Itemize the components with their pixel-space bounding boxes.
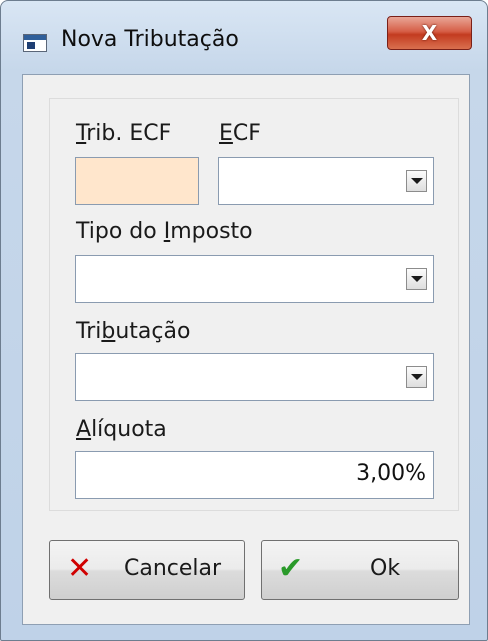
tributacao-select[interactable]: [75, 353, 434, 401]
tipo-imposto-dropdown-arrow-icon[interactable]: [406, 268, 427, 290]
form-panel: Trib. ECF ECF Tipo do Imposto Tributação: [49, 98, 459, 511]
close-icon: X: [421, 21, 438, 45]
tipo-imposto-label: Tipo do Imposto: [76, 219, 253, 244]
aliquota-label: Alíquota: [76, 417, 167, 442]
trib-ecf-field[interactable]: [75, 157, 199, 205]
tributacao-label: Tributação: [76, 319, 191, 344]
dialog-window: Nova Tributação X Trib. ECF ECF Tipo do …: [0, 0, 488, 641]
aliquota-value: 3,00%: [356, 461, 426, 486]
cancel-button[interactable]: ✕ Cancelar: [49, 540, 245, 600]
check-icon: ✔: [278, 551, 304, 586]
ecf-label: ECF: [219, 121, 261, 146]
ok-button[interactable]: ✔ Ok: [261, 540, 459, 600]
window-title: Nova Tributação: [61, 27, 239, 52]
aliquota-input[interactable]: 3,00%: [75, 451, 434, 499]
ok-button-label: Ok: [370, 556, 401, 581]
tipo-imposto-select[interactable]: [75, 255, 434, 303]
ecf-dropdown-arrow-icon[interactable]: [406, 170, 427, 192]
ecf-select[interactable]: [218, 157, 434, 205]
trib-ecf-label: Trib. ECF: [76, 121, 172, 146]
tributacao-dropdown-arrow-icon[interactable]: [406, 366, 427, 388]
dialog-body: Trib. ECF ECF Tipo do Imposto Tributação: [22, 74, 470, 625]
x-mark-icon: ✕: [67, 551, 93, 586]
close-button[interactable]: X: [387, 16, 472, 50]
cancel-button-label: Cancelar: [124, 556, 222, 581]
title-bar[interactable]: Nova Tributação X: [1, 1, 487, 81]
window-icon: [23, 34, 47, 52]
